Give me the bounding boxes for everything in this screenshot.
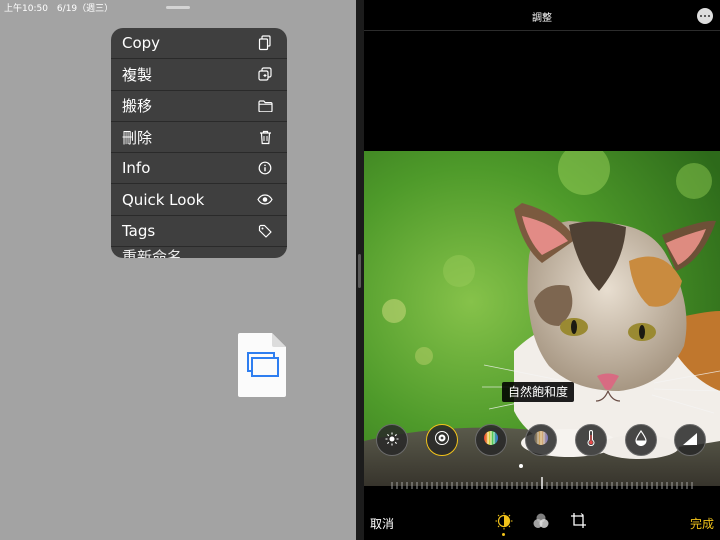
- menu-item-delete[interactable]: 刪除: [111, 122, 287, 154]
- tool-vibrance[interactable]: [426, 424, 458, 456]
- done-button[interactable]: 完成: [690, 515, 714, 532]
- document-file-icon[interactable]: [238, 333, 286, 397]
- menu-item-duplicate[interactable]: 複製: [111, 59, 287, 91]
- droplet-icon: [635, 430, 647, 450]
- tool-saturation[interactable]: [475, 424, 507, 456]
- menu-item-rename[interactable]: 重新命名: [111, 247, 287, 258]
- crop-rotate-icon: [570, 513, 588, 534]
- sharpness-triangle-icon: [682, 431, 698, 450]
- tool-brilliance[interactable]: [376, 424, 408, 456]
- menu-item-label: Info: [122, 159, 151, 178]
- menu-item-label: Copy: [122, 34, 161, 53]
- adjust-dial-icon: [495, 512, 513, 534]
- editor-bottom-bar: 取消 完成: [364, 500, 720, 540]
- eye-icon: [257, 192, 273, 208]
- status-bar-time: 上午10:50 6/19（週三）: [4, 4, 114, 14]
- header-divider: [364, 30, 720, 31]
- adjustment-tools: [364, 424, 720, 460]
- crop-button[interactable]: [570, 512, 588, 530]
- tool-warmth[interactable]: [575, 424, 607, 456]
- filters-circles-icon: [532, 513, 550, 534]
- adjustment-name-label: 自然飽和度: [502, 382, 575, 402]
- thermometer-icon: [586, 430, 596, 450]
- contrast-stripes-icon: [533, 430, 549, 450]
- context-menu: Copy 複製 搬移 刪除 Info Quick Look Tags 重新命名: [111, 28, 287, 258]
- menu-item-info[interactable]: Info: [111, 153, 287, 185]
- menu-item-move[interactable]: 搬移: [111, 91, 287, 122]
- menu-item-label: Quick Look: [122, 190, 205, 209]
- saturation-icon: [483, 430, 499, 450]
- folder-icon: [257, 98, 273, 114]
- adjust-mode-button[interactable]: [495, 512, 513, 536]
- menu-item-copy[interactable]: Copy: [111, 28, 287, 60]
- adjustment-slider[interactable]: [390, 474, 694, 489]
- menu-item-quick-look[interactable]: Quick Look: [111, 184, 287, 216]
- menu-item-label: Tags: [122, 221, 156, 240]
- tool-sharpness[interactable]: [674, 424, 706, 456]
- menu-item-label: 刪除: [122, 128, 153, 147]
- tool-tint[interactable]: [625, 424, 657, 456]
- slider-zero-marker: [519, 464, 523, 468]
- info-icon: [257, 160, 273, 176]
- editor-title: 調整: [532, 13, 552, 24]
- menu-item-tags[interactable]: Tags: [111, 216, 287, 248]
- more-options-button[interactable]: [697, 8, 713, 24]
- menu-item-label: 重新命名: [122, 248, 183, 258]
- duplicate-icon: [257, 66, 273, 82]
- filters-button[interactable]: [532, 512, 550, 530]
- multitasking-grabber[interactable]: [166, 6, 190, 9]
- cancel-button[interactable]: 取消: [370, 515, 394, 532]
- vibrance-icon: [434, 430, 450, 450]
- doc-copy-icon: [257, 35, 273, 51]
- tool-contrast[interactable]: [525, 424, 557, 456]
- tag-icon: [257, 223, 273, 239]
- active-mode-indicator: [502, 533, 505, 536]
- menu-item-label: 搬移: [122, 97, 153, 116]
- split-view-handle[interactable]: [358, 254, 361, 288]
- trash-icon: [257, 129, 273, 145]
- menu-item-label: 複製: [122, 65, 153, 84]
- brilliance-icon: [385, 431, 399, 450]
- files-pane: 上午10:50 6/19（週三） Copy 複製 搬移 刪除 Info Quic…: [0, 0, 356, 540]
- photo-editor-pane: 調整 自然飽和度 取消 完成: [364, 0, 720, 540]
